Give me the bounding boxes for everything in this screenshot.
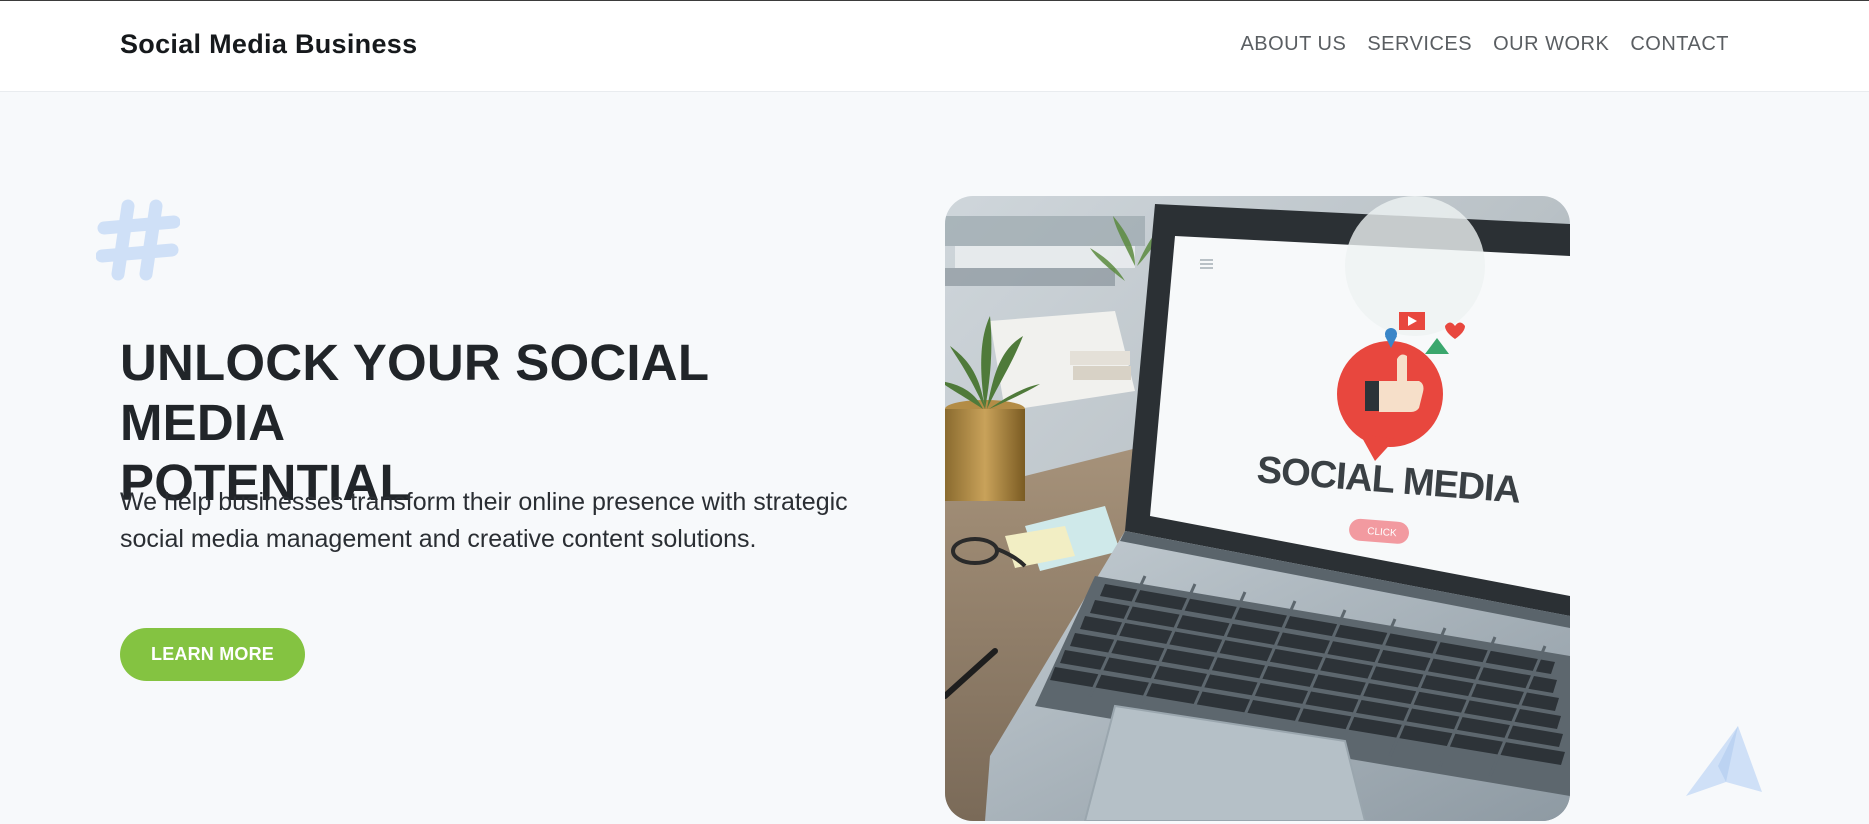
brand-logo[interactable]: Social Media Business [120, 29, 417, 60]
paper-plane-icon [1686, 726, 1762, 796]
hashtag-icon [96, 199, 180, 281]
laptop-illustration: SOCIAL MEDIA CLICK [945, 196, 1570, 821]
nav-services[interactable]: SERVICES [1367, 33, 1472, 56]
site-header: Social Media Business ABOUT US SERVICES … [0, 0, 1869, 92]
screen-click-label: CLICK [1367, 526, 1398, 539]
nav-contact[interactable]: CONTACT [1630, 33, 1729, 56]
nav-about-us[interactable]: ABOUT US [1240, 33, 1346, 56]
nav-our-work[interactable]: OUR WORK [1493, 33, 1609, 56]
hero-description: We help businesses transform their onlin… [120, 488, 848, 553]
learn-more-button[interactable]: LEARN MORE [120, 628, 305, 681]
hero-image: SOCIAL MEDIA CLICK [945, 196, 1570, 821]
hero-title-line-1: UNLOCK YOUR SOCIAL MEDIA [120, 334, 709, 451]
main-nav: ABOUT US SERVICES OUR WORK CONTACT [1240, 33, 1729, 56]
